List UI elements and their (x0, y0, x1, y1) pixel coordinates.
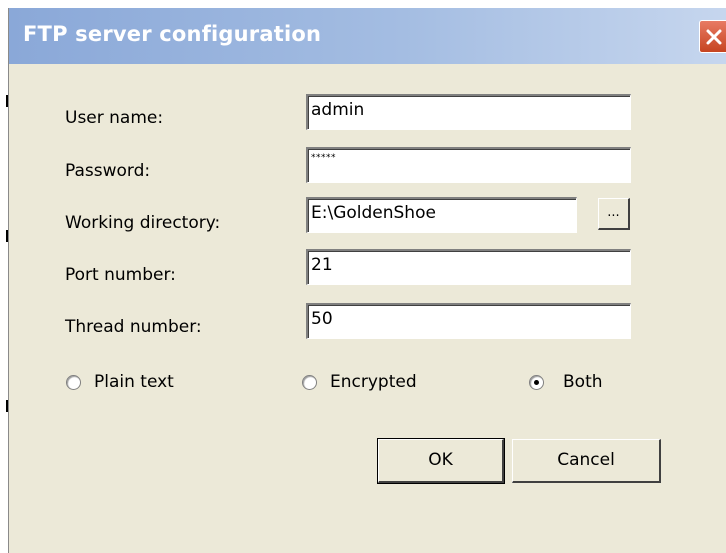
window-title: FTP server configuration (23, 22, 322, 46)
radio-both-label[interactable]: Both (563, 372, 603, 392)
close-button[interactable] (699, 20, 726, 53)
password-input[interactable]: ***** (306, 147, 631, 183)
radio-encrypted-label[interactable]: Encrypted (330, 372, 417, 392)
working-directory-input[interactable]: E:\GoldenShoe (306, 197, 577, 233)
port-number-label: Port number: (65, 265, 176, 285)
cancel-button[interactable]: Cancel (512, 439, 661, 483)
close-icon (706, 29, 722, 45)
working-directory-label: Working directory: (65, 213, 221, 233)
radio-encrypted[interactable] (302, 375, 317, 390)
user-name-input[interactable]: admin (306, 94, 631, 130)
thread-number-input[interactable]: 50 (306, 303, 631, 339)
screen: FTP server configuration User name: admi… (0, 0, 726, 553)
browse-button[interactable]: ... (598, 198, 630, 230)
port-number-input[interactable]: 21 (306, 249, 631, 285)
user-name-label: User name: (65, 108, 164, 128)
thread-number-label: Thread number: (65, 317, 202, 337)
password-label: Password: (65, 161, 151, 181)
ok-button[interactable]: OK (377, 438, 505, 484)
ftp-config-dialog: FTP server configuration User name: admi… (8, 8, 726, 553)
radio-plain-text[interactable] (66, 375, 81, 390)
radio-plain-text-label[interactable]: Plain text (94, 372, 174, 392)
radio-selected-dot (534, 380, 539, 385)
title-bar[interactable]: FTP server configuration (9, 8, 726, 64)
radio-both[interactable] (529, 375, 544, 390)
